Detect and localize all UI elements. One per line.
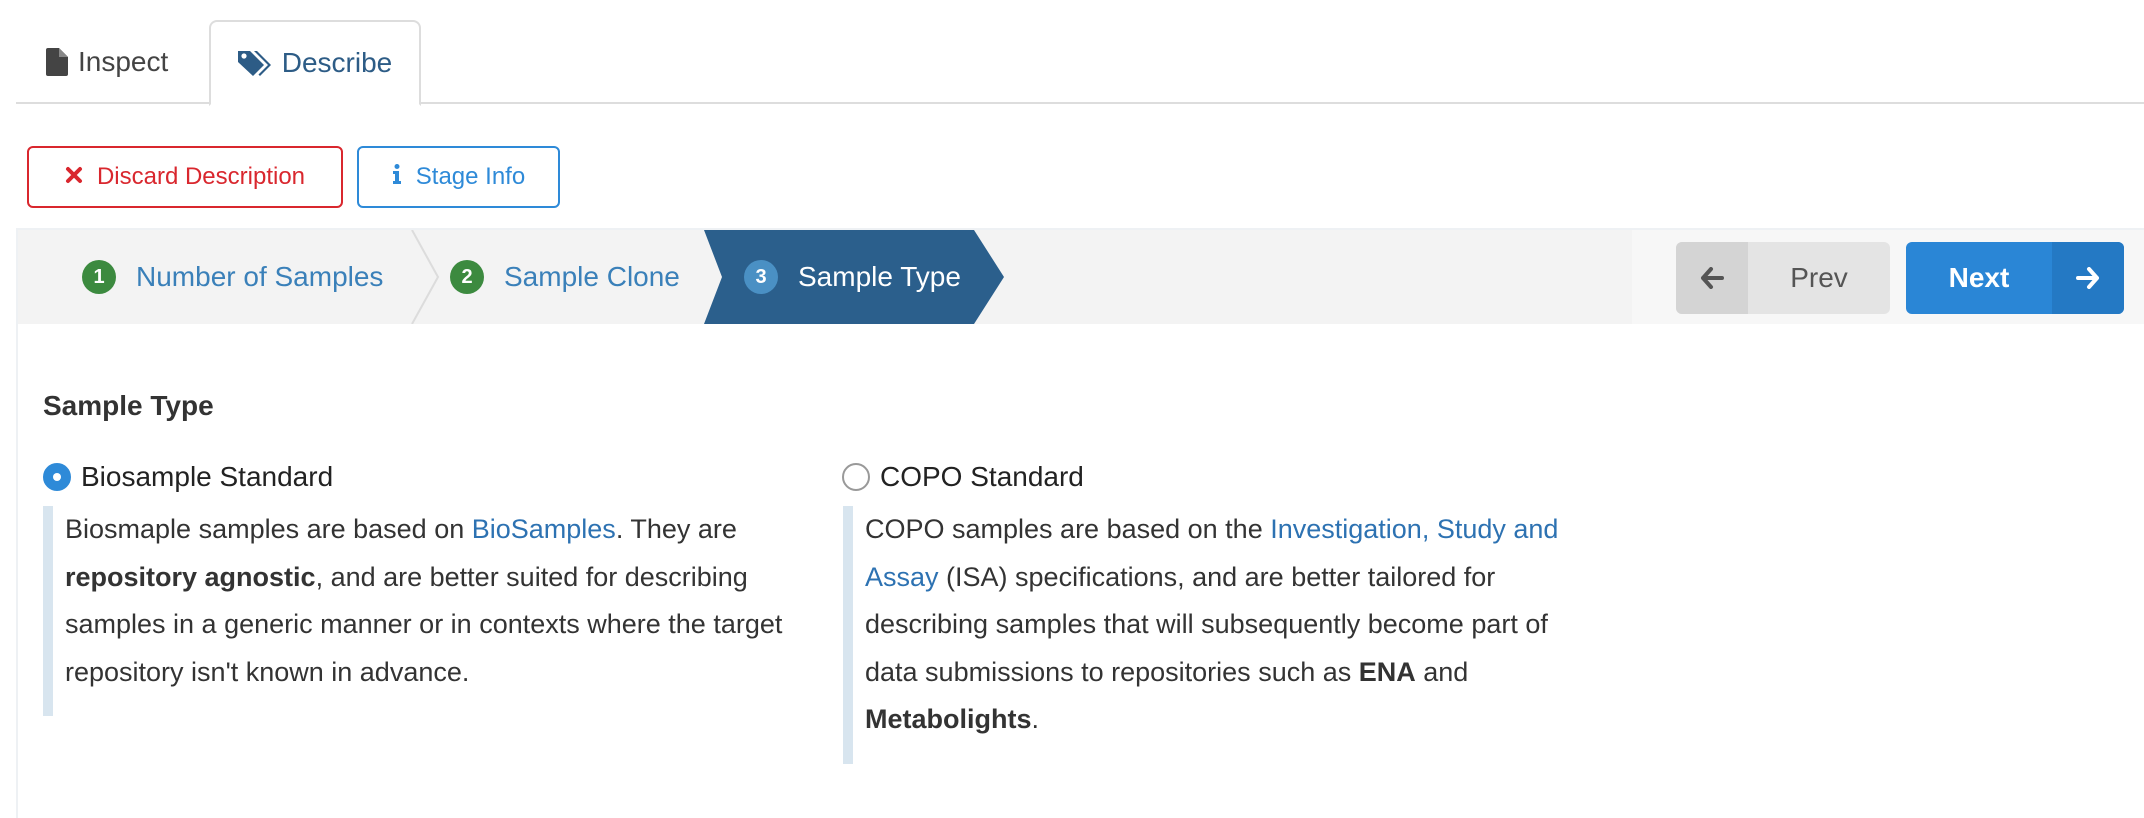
stage-info-label: Stage Info (415, 163, 526, 190)
tab-inspect[interactable]: Inspect (46, 20, 168, 104)
arrow-right-icon (2052, 242, 2124, 314)
option-label: COPO Standard (880, 461, 1084, 492)
desc-text: and (1415, 656, 1469, 687)
option-label: Biosample Standard (81, 461, 334, 492)
step-label: Sample Type (798, 261, 961, 292)
tab-describe-label: Describe (281, 47, 393, 78)
copo-standard-option[interactable]: COPO Standard (842, 461, 1084, 493)
radio-button-checked[interactable] (43, 463, 71, 491)
desc-text: COPO samples are based on the (865, 514, 1271, 544)
step-label: Sample Clone (504, 261, 680, 292)
tab-inspect-label: Inspect (78, 46, 169, 77)
discard-description-label: Discard Description (96, 163, 306, 190)
step-badge: 2 (450, 260, 484, 294)
wizard-step-sample-clone[interactable]: 2 Sample Clone (450, 230, 680, 324)
tags-icon (237, 50, 272, 76)
tab-bar: Inspect Describe (16, 20, 2144, 106)
section-title: Sample Type (43, 390, 214, 421)
wizard-step-sample-type[interactable]: 3 Sample Type (744, 230, 961, 324)
stage-info-button[interactable]: Stage Info (357, 146, 560, 208)
copo-description: COPO samples are based on the Investigat… (843, 506, 1583, 764)
desc-bold-text: ENA (1358, 656, 1416, 687)
step-separator (411, 230, 440, 324)
desc-text: . They are (615, 514, 737, 544)
next-label: Next (1948, 262, 2010, 293)
arrow-left-icon (1676, 242, 1748, 314)
step-badge: 1 (82, 260, 116, 294)
info-icon (392, 163, 402, 191)
discard-description-button[interactable]: Discard Description (27, 146, 343, 208)
radio-button-unchecked[interactable] (842, 463, 870, 491)
prev-button[interactable]: Prev (1676, 242, 1890, 314)
step-label: Number of Samples (136, 261, 384, 292)
close-icon (65, 163, 83, 191)
biosample-description: Biosmaple samples are based on BioSample… (43, 506, 783, 716)
wizard-step-number-of-samples[interactable]: 1 Number of Samples (82, 230, 383, 324)
tab-describe[interactable]: Describe (209, 20, 421, 106)
file-icon (46, 48, 68, 76)
desc-bold-text: repository agnostic (65, 561, 316, 592)
desc-text: Biosmaple samples are based on (65, 514, 472, 544)
biosamples-link[interactable]: BioSamples (472, 514, 616, 544)
prev-label: Prev (1790, 262, 1848, 293)
desc-bold-text: Metabolights (865, 704, 1032, 734)
desc-text: . (1031, 704, 1040, 734)
step-badge: 3 (744, 260, 778, 294)
wizard-steps: 1 Number of Samples 2 Sample Clone 3 Sam… (18, 230, 1632, 324)
biosample-standard-option[interactable]: Biosample Standard (43, 461, 333, 493)
next-button[interactable]: Next (1906, 242, 2124, 314)
wizard-navigation: Prev Next (1632, 230, 2144, 324)
